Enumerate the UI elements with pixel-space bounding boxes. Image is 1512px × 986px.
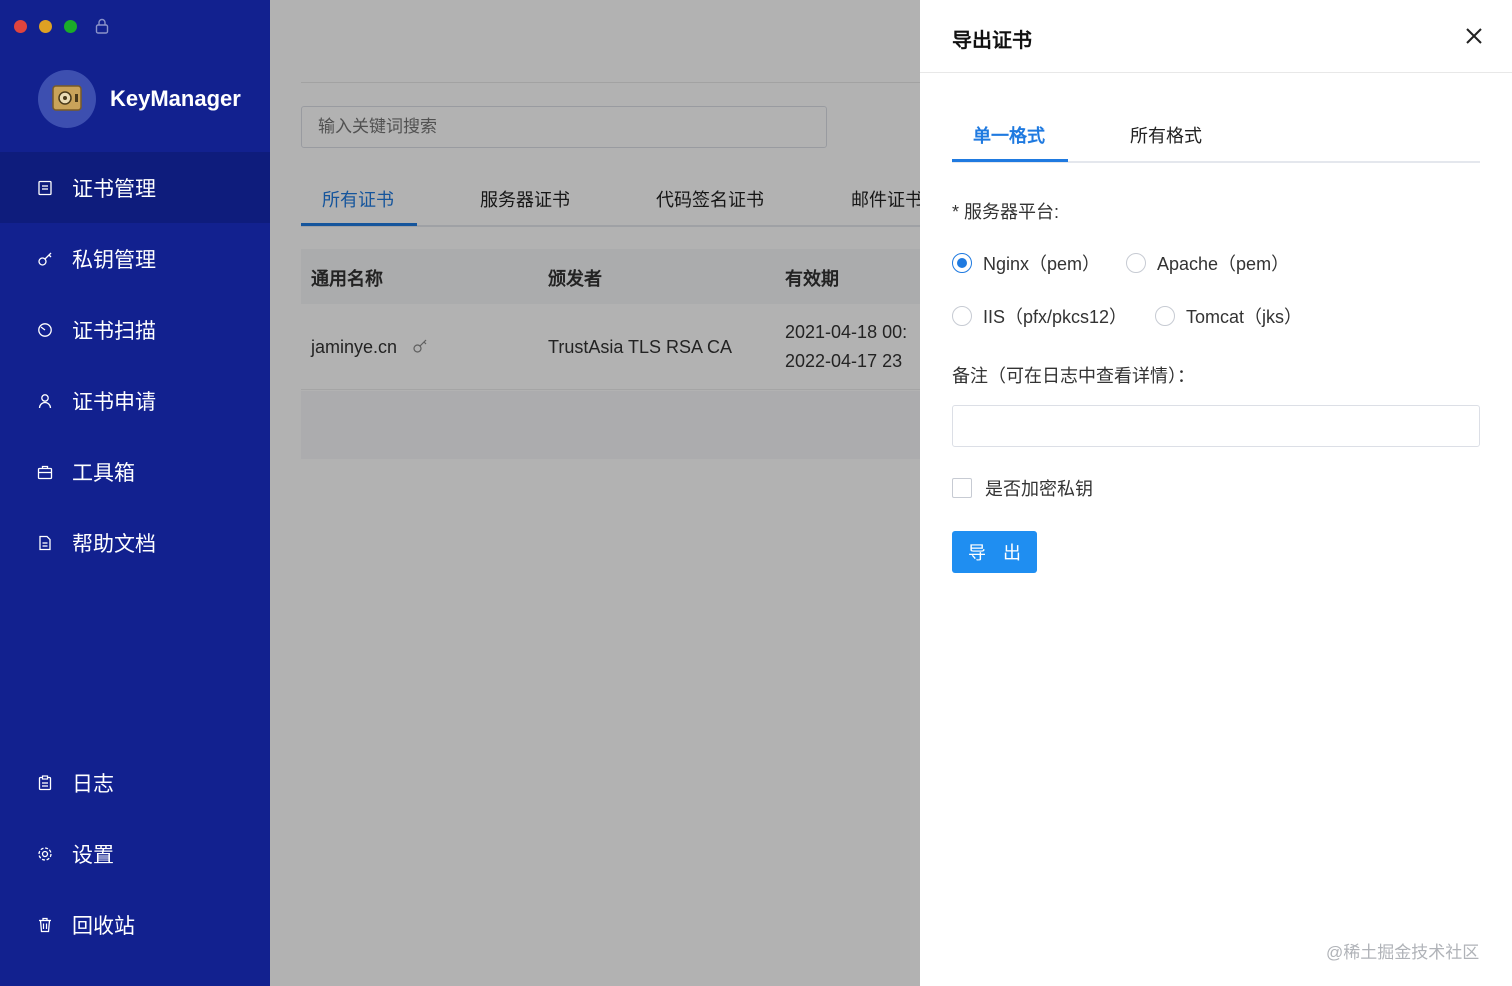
radio-label: Tomcat（jks） [1186, 307, 1303, 327]
modal-overlay[interactable] [270, 0, 920, 986]
sidebar-item-label: 设置 [72, 843, 114, 867]
sidebar-item-cert-scan[interactable]: 证书扫描 [0, 294, 270, 365]
maximize-window-button[interactable] [64, 19, 77, 33]
sidebar-item-toolbox[interactable]: 工具箱 [0, 436, 270, 507]
radio-label: Nginx（pem） [983, 254, 1101, 274]
radio-circle [1155, 306, 1175, 326]
sidebar-item-label: 帮助文档 [72, 532, 156, 556]
sidebar-item-label: 日志 [72, 772, 114, 796]
sidebar-item-label: 证书管理 [72, 177, 156, 201]
sidebar-item-logs[interactable]: 日志 [0, 747, 270, 818]
sidebar-item-recycle-bin[interactable]: 回收站 [0, 889, 270, 960]
sidebar: KeyManager 证书管理 私钥管理 证书扫描 证书申请 工具箱 帮助文档 … [0, 0, 270, 986]
note-input[interactable] [952, 405, 1480, 447]
close-window-button[interactable] [14, 19, 27, 33]
sidebar-bottom-nav: 日志 设置 回收站 [0, 747, 270, 960]
sidebar-item-label: 回收站 [72, 914, 135, 938]
export-cert-drawer: 导出证书 单一格式 所有格式 * 服务器平台: Nginx（pem） Apach… [920, 0, 1512, 986]
watermark: @稀土掘金技术社区 [1326, 943, 1480, 962]
gear-icon [36, 845, 54, 863]
scan-icon [36, 321, 54, 339]
certificate-icon [36, 179, 54, 197]
checkbox-label: 是否加密私钥 [985, 479, 1093, 499]
platform-label: * 服务器平台: [952, 202, 1060, 222]
format-tabs: 单一格式 所有格式 [952, 108, 1480, 163]
radio-circle [952, 306, 972, 326]
export-button[interactable]: 导 出 [952, 531, 1037, 573]
app-name: KeyManager [110, 86, 241, 111]
drawer-header: 导出证书 [920, 0, 1512, 73]
sidebar-nav: 证书管理 私钥管理 证书扫描 证书申请 工具箱 帮助文档 [0, 152, 270, 578]
toolbox-icon [36, 463, 54, 481]
radio-apache[interactable]: Apache（pem） [1126, 250, 1289, 276]
sidebar-item-help-docs[interactable]: 帮助文档 [0, 507, 270, 578]
lock-icon [95, 18, 109, 34]
sidebar-item-cert-apply[interactable]: 证书申请 [0, 365, 270, 436]
radio-tomcat[interactable]: Tomcat（jks） [1155, 303, 1302, 329]
document-icon [36, 534, 54, 552]
sidebar-item-cert-management[interactable]: 证书管理 [0, 152, 270, 223]
tab-all-formats[interactable]: 所有格式 [1130, 122, 1202, 148]
sidebar-item-key-management[interactable]: 私钥管理 [0, 223, 270, 294]
user-icon [36, 392, 54, 410]
checkbox-box [952, 478, 972, 498]
radio-label: IIS（pfx/pkcs12） [983, 307, 1128, 327]
window-controls [14, 18, 109, 34]
radio-nginx[interactable]: Nginx（pem） [952, 250, 1100, 276]
radio-iis[interactable]: IIS（pfx/pkcs12） [952, 303, 1127, 329]
note-label: 备注（可在日志中查看详情）： [952, 366, 1195, 386]
tab-active-indicator [952, 159, 1068, 162]
radio-circle [952, 253, 972, 273]
minimize-window-button[interactable] [39, 19, 52, 33]
brand: KeyManager [38, 70, 241, 128]
sidebar-item-label: 工具箱 [72, 461, 135, 485]
sidebar-item-label: 证书申请 [72, 390, 156, 414]
key-icon [36, 250, 54, 268]
radio-circle [1126, 253, 1146, 273]
encrypt-key-checkbox[interactable]: 是否加密私钥 [952, 475, 1093, 501]
radio-label: Apache（pem） [1157, 254, 1290, 274]
sidebar-item-label: 私钥管理 [72, 248, 156, 272]
sidebar-item-settings[interactable]: 设置 [0, 818, 270, 889]
app-logo-icon [38, 70, 96, 128]
clipboard-icon [36, 774, 54, 792]
close-icon[interactable] [1462, 24, 1486, 48]
tab-single-format[interactable]: 单一格式 [973, 122, 1045, 148]
sidebar-item-label: 证书扫描 [72, 319, 156, 343]
trash-icon [36, 916, 54, 934]
drawer-title: 导出证书 [952, 30, 1032, 52]
